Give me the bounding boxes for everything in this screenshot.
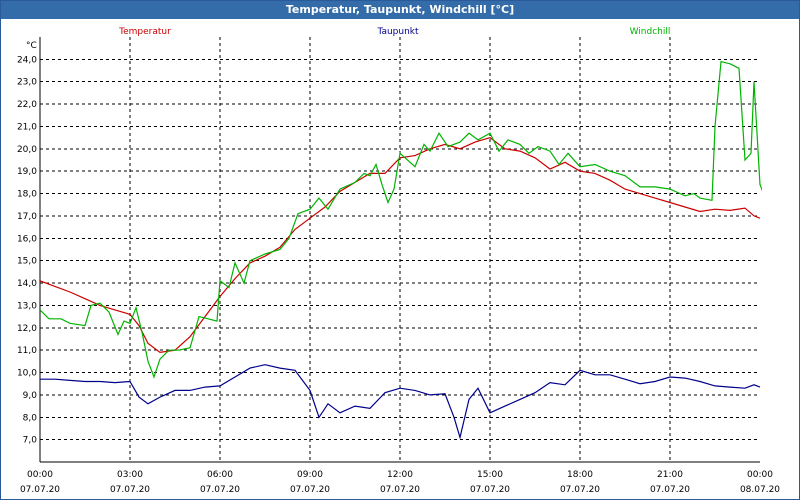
legend-temperatur: Temperatur [118, 27, 171, 37]
x-tick-date: 07.07.20 [290, 485, 330, 495]
y-tick-label: 19,0 [17, 167, 37, 177]
x-tick-time: 03:00 [117, 470, 143, 480]
x-tick-time: 21:00 [657, 470, 683, 480]
x-tick-time: 00:00 [747, 470, 773, 480]
x-tick-date: 08.07.20 [740, 485, 780, 495]
y-tick-label: 16,0 [17, 234, 37, 244]
y-tick-label: 8,0 [23, 413, 38, 423]
x-tick-time: 18:00 [567, 470, 593, 480]
x-tick-date: 07.07.20 [380, 485, 420, 495]
x-tick-date: 07.07.20 [470, 485, 510, 495]
y-tick-label: 22,0 [17, 100, 37, 110]
x-tick-time: 06:00 [207, 470, 233, 480]
y-tick-label: 20,0 [17, 145, 37, 155]
y-tick-label: 18,0 [17, 190, 37, 200]
y-tick-label: 13,0 [17, 301, 37, 311]
x-tick-date: 07.07.20 [200, 485, 240, 495]
x-tick-date: 07.07.20 [560, 485, 600, 495]
y-tick-label: 15,0 [17, 257, 37, 267]
x-tick-time: 12:00 [387, 470, 413, 480]
y-tick-label: 10,0 [17, 369, 37, 379]
chart-area: 7,0 8,0 9,0 10,0 11,0 12,0 13,0 14,0 15,0 16,0 17,… [17, 27, 780, 495]
x-tick-time: 00:00 [27, 470, 53, 480]
x-tick-date: 07.07.20 [20, 485, 60, 495]
y-tick-label: 12,0 [17, 324, 37, 334]
y-tick-label: 11,0 [17, 346, 37, 356]
legend-taupunkt: Taupunkt [376, 27, 419, 37]
x-tick-time: 09:00 [297, 470, 323, 480]
series-line-windchill [40, 60, 762, 379]
y-tick-label: 7,0 [23, 436, 38, 446]
y-tick-label: 14,0 [17, 279, 37, 289]
y-axis-unit: °C [26, 41, 37, 51]
y-tick-label: 17,0 [17, 212, 37, 222]
x-tick-date: 07.07.20 [110, 485, 150, 495]
x-tick-date: 07.07.20 [650, 485, 690, 495]
y-tick-label: 9,0 [23, 391, 38, 401]
legend-windchill: Windchill [630, 27, 671, 37]
x-tick-time: 15:00 [477, 470, 503, 480]
y-tick-label: 24,0 [17, 55, 37, 65]
y-tick-label: 21,0 [17, 122, 37, 132]
y-tick-label: 23,0 [17, 78, 37, 88]
